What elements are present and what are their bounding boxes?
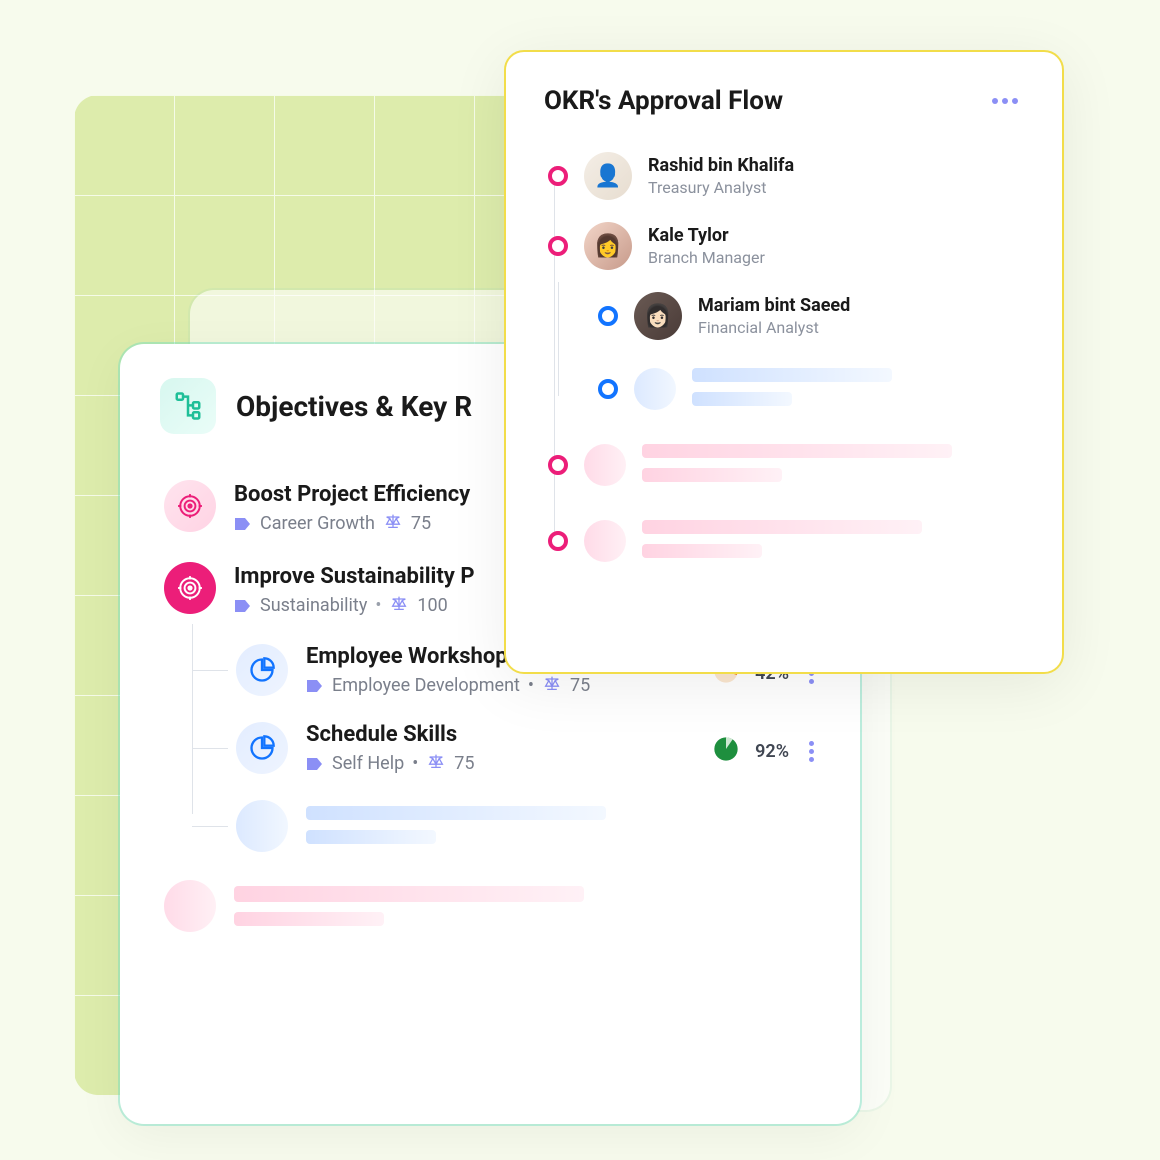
target-icon: [164, 562, 216, 614]
scale-icon: [426, 753, 446, 774]
loading-placeholder: [548, 514, 1024, 568]
approver-item[interactable]: 👩🏻 Mariam bint Saeed Financial Analyst: [598, 292, 1024, 340]
approver-name: Kale Tylor: [648, 225, 765, 246]
status-ring-icon: [598, 306, 618, 326]
scale-icon: [542, 675, 562, 696]
objective-category: Sustainability: [260, 595, 367, 616]
placeholder-icon: [236, 800, 288, 852]
status-ring-icon: [548, 531, 568, 551]
approval-flow-list: 👤 Rashid bin Khalifa Treasury Analyst 👩 …: [544, 152, 1024, 568]
status-ring-icon: [548, 166, 568, 186]
loading-placeholder: [598, 362, 1024, 416]
approver-item[interactable]: 👤 Rashid bin Khalifa Treasury Analyst: [548, 152, 1024, 200]
kr-meta: Self Help • 75: [306, 753, 693, 774]
key-result-list: Employee Workshops Employee Development …: [236, 644, 820, 854]
approver-role: Branch Manager: [648, 248, 765, 267]
tree-icon: [160, 378, 216, 434]
avatar: 👩: [584, 222, 632, 270]
tag-icon: [306, 678, 324, 694]
avatar: 👤: [584, 152, 632, 200]
kr-weight: 75: [570, 675, 590, 696]
kr-weight: 75: [454, 753, 474, 774]
more-menu-button[interactable]: [986, 92, 1024, 110]
scale-icon: [389, 595, 409, 616]
avatar: 👩🏻: [634, 292, 682, 340]
approval-flow-card: OKR's Approval Flow 👤 Rashid bin Khalifa…: [504, 50, 1064, 674]
objective-weight: 75: [411, 513, 431, 534]
progress-donut-icon: [711, 734, 741, 768]
kr-percent: 92%: [755, 741, 789, 762]
placeholder-icon: [584, 444, 626, 486]
status-ring-icon: [548, 455, 568, 475]
scale-icon: [383, 513, 403, 534]
loading-placeholder: [164, 880, 820, 936]
loading-placeholder: [548, 438, 1024, 492]
placeholder-icon: [164, 880, 216, 932]
target-icon: [164, 480, 216, 532]
loading-placeholder: [236, 800, 820, 854]
placeholder-icon: [584, 520, 626, 562]
kr-category: Self Help: [332, 753, 404, 774]
objective-weight: 100: [417, 595, 447, 616]
pie-icon: [236, 644, 288, 696]
status-ring-icon: [548, 236, 568, 256]
pie-icon: [236, 722, 288, 774]
tag-icon: [234, 516, 252, 532]
objective-category: Career Growth: [260, 513, 375, 534]
key-result-item[interactable]: Schedule Skills Self Help • 75: [236, 722, 820, 774]
status-ring-icon: [598, 379, 618, 399]
approver-name: Mariam bint Saeed: [698, 295, 850, 316]
kr-category: Employee Development: [332, 675, 520, 696]
flow-title: OKR's Approval Flow: [544, 86, 783, 116]
approver-role: Treasury Analyst: [648, 178, 794, 197]
kr-name: Schedule Skills: [306, 722, 693, 747]
approver-role: Financial Analyst: [698, 318, 850, 337]
approver-name: Rashid bin Khalifa: [648, 155, 794, 176]
tag-icon: [234, 598, 252, 614]
tag-icon: [306, 756, 324, 772]
okr-title: Objectives & Key R: [236, 390, 472, 423]
placeholder-icon: [634, 368, 676, 410]
more-menu-button[interactable]: [803, 735, 820, 768]
approver-item[interactable]: 👩 Kale Tylor Branch Manager: [548, 222, 1024, 270]
kr-meta: Employee Development • 75: [306, 675, 693, 696]
